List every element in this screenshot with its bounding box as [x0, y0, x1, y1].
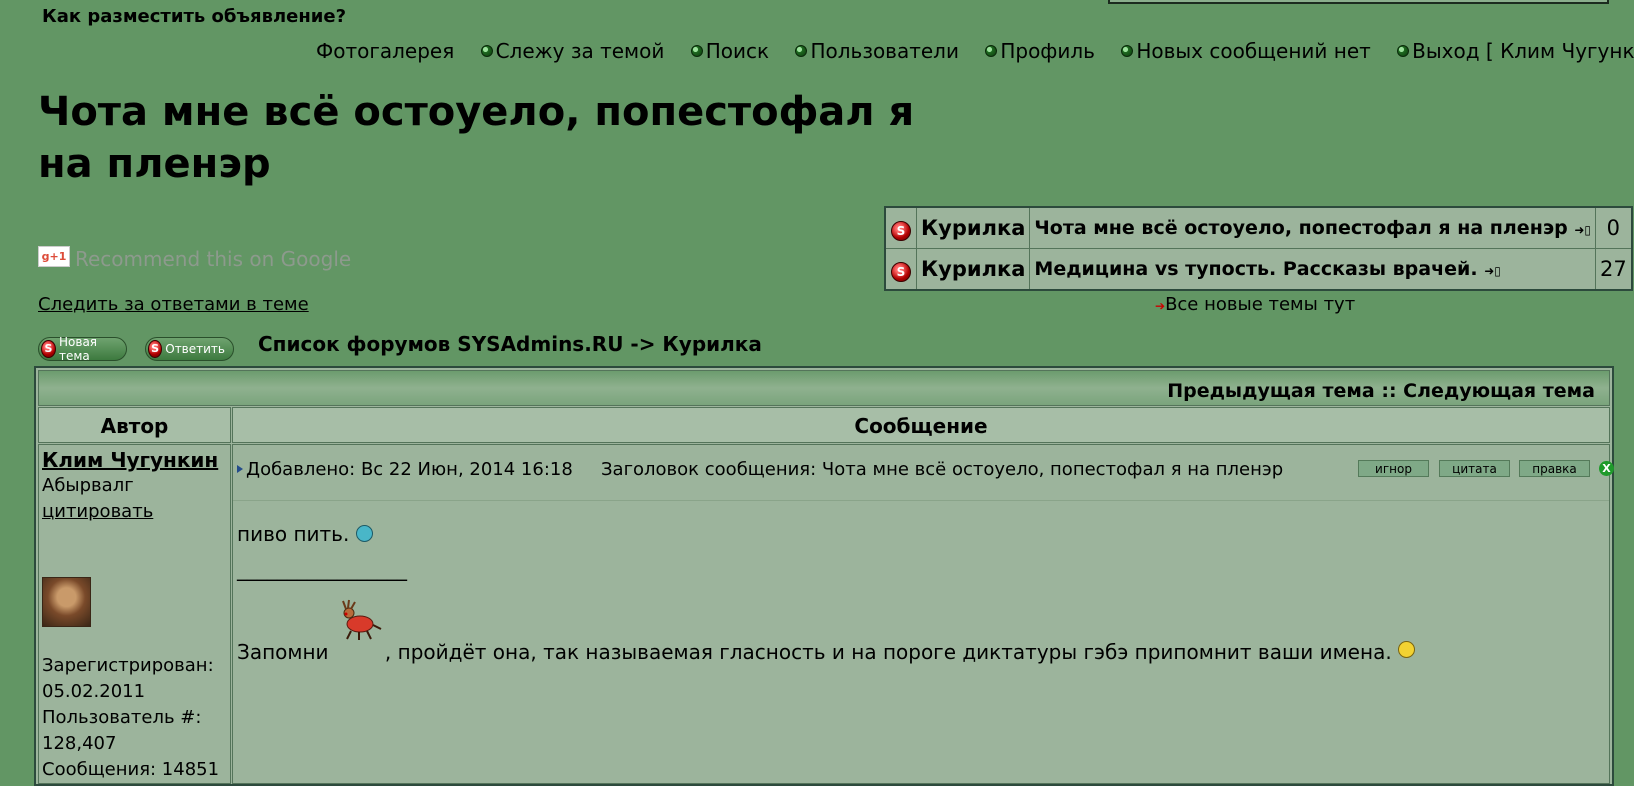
new-topic-count: 27: [1594, 248, 1633, 291]
nav-users[interactable]: Пользователи: [795, 39, 959, 63]
nav-photogallery[interactable]: Фотогалерея: [316, 39, 454, 63]
all-new-topics-link[interactable]: ➔Все новые темы тут: [1155, 294, 1355, 315]
top-search-box[interactable]: [1108, 0, 1609, 4]
nav-new-messages[interactable]: Новых сообщений нет: [1121, 39, 1371, 63]
col-author-header: Автор: [38, 407, 231, 443]
new-topic-title[interactable]: Чота мне всё остоуело, попестофал я на п…: [1029, 206, 1596, 249]
new-topic-button[interactable]: S Новая тема: [38, 335, 127, 363]
new-topic-title[interactable]: Медицина vs тупость. Рассказы врачей. ➜▯: [1029, 248, 1596, 291]
ignore-button[interactable]: игнор: [1358, 460, 1429, 477]
thread-table: Предыдущая тема :: Следующая тема Автор …: [34, 366, 1614, 786]
nav-profile-label: Профиль: [1000, 39, 1095, 63]
green-bullet-icon: [1121, 44, 1134, 57]
all-new-topics-label: Все новые темы тут: [1165, 294, 1356, 315]
nav-watched-topics-label: Слежу за темой: [495, 39, 665, 63]
post-subject: Заголовок сообщения: Чота мне всё остоуе…: [601, 459, 1284, 480]
nav-search[interactable]: Поиск: [690, 39, 770, 63]
nav-logout[interactable]: Выход [ Клим Чугункин ]: [1397, 39, 1634, 63]
signature-text: , пройдёт она, так называемая гласность …: [384, 640, 1392, 664]
new-topic-title-text: Медицина vs тупость. Рассказы врачей.: [1034, 258, 1478, 280]
green-bullet-icon: [690, 44, 703, 57]
nav-watched-topics[interactable]: Слежу за темой: [480, 39, 665, 63]
user-number: 128,407: [42, 733, 117, 754]
new-topic-forum[interactable]: Курилка: [915, 206, 1031, 249]
topic-title-line2: на пленэр: [38, 141, 271, 187]
recommend-text: Recommend this on Google: [75, 247, 352, 271]
reindeer-icon: [337, 597, 383, 643]
author-name[interactable]: Клим Чугункин: [42, 447, 227, 473]
follow-topic-link[interactable]: Следить за ответами в теме: [38, 294, 309, 315]
green-bullet-icon: [480, 44, 493, 57]
new-topic-label: Новая тема: [59, 335, 98, 363]
message-cell: Добавлено: Вс 22 Июн, 2014 16:18 Заголов…: [232, 444, 1614, 784]
col-message-header: Сообщение: [232, 407, 1610, 443]
post-body: пиво пить.: [237, 521, 373, 547]
forum-s-icon: S: [891, 220, 911, 241]
green-bullet-icon: [985, 44, 998, 57]
new-topic-icon-cell: S: [884, 206, 917, 249]
grin-smiley-icon: [355, 525, 373, 542]
red-arrow-icon: ➔: [1155, 299, 1166, 313]
prevnext-bar: Предыдущая тема :: Следующая тема: [38, 370, 1610, 406]
post-body-line: пиво пить.: [237, 522, 350, 546]
signature: Запомни , пройдёт она, так называемая гл…: [237, 589, 1416, 664]
forum-s-icon: S: [891, 261, 911, 282]
nav-logout-label: Выход [ Клим Чугункин ]: [1412, 39, 1634, 63]
author-cell: Клим Чугункин Абырвалг цитировать Зареги…: [38, 444, 231, 784]
signature-prefix: Запомни: [237, 640, 329, 664]
reply-button[interactable]: S Ответить: [145, 337, 234, 361]
new-topic-forum[interactable]: Курилка: [915, 248, 1031, 291]
s-icon: S: [148, 340, 163, 358]
new-topics-table: S Курилка Чота мне всё остоуело, попесто…: [884, 206, 1633, 291]
goto-post-icon[interactable]: ➜▯: [1574, 223, 1591, 237]
posts-count: Сообщения: 14851: [42, 759, 220, 780]
top-nav: Фотогалерея Слежу за темой Поиск Пользов…: [316, 39, 1634, 63]
wow-smiley-icon: [1398, 641, 1416, 658]
new-topic-icon-cell: S: [884, 248, 917, 291]
registered-label: Зарегистрирован:: [42, 655, 214, 676]
green-bullet-icon: [1397, 44, 1410, 57]
nav-users-label: Пользователи: [810, 39, 959, 63]
new-topic-count: 0: [1594, 206, 1633, 249]
s-icon: S: [41, 340, 56, 358]
gplus-button[interactable]: g+1: [38, 246, 70, 267]
quote-author-link[interactable]: цитировать: [42, 499, 227, 525]
goto-post-icon[interactable]: ➜▯: [1484, 264, 1501, 278]
post-link-icon[interactable]: [237, 465, 243, 473]
new-topic-title-text: Чота мне всё остоуело, попестофал я на п…: [1034, 217, 1568, 239]
how-to-post-link[interactable]: Как разместить объявление?: [42, 6, 346, 27]
signature-rule: _________________: [237, 557, 407, 581]
nav-profile[interactable]: Профиль: [985, 39, 1095, 63]
user-number-label: Пользователь #:: [42, 707, 202, 728]
topic-title-line1: Чота мне всё остоуело, попестофал я: [38, 89, 915, 135]
new-topic-row[interactable]: S Курилка Чота мне всё остоуело, попесто…: [884, 206, 1633, 249]
registered-date: 05.02.2011: [42, 681, 146, 702]
delete-post-icon[interactable]: X: [1599, 461, 1614, 476]
edit-button[interactable]: правка: [1519, 460, 1590, 477]
topic-title: Чота мне всё остоуело, попестофал я на п…: [38, 86, 914, 190]
green-bullet-icon: [795, 44, 808, 57]
reply-label: Ответить: [165, 342, 225, 356]
post-header: Добавлено: Вс 22 Июн, 2014 16:18 Заголов…: [233, 445, 1614, 501]
new-topic-row[interactable]: S Курилка Медицина vs тупость. Рассказы …: [884, 248, 1633, 291]
post-added: Добавлено: Вс 22 Июн, 2014 16:18: [237, 459, 573, 480]
quote-button[interactable]: цитата: [1439, 460, 1510, 477]
breadcrumb[interactable]: Список форумов SYSAdmins.RU -> Курилка: [258, 332, 762, 356]
prevnext-links[interactable]: Предыдущая тема :: Следующая тема: [1167, 380, 1595, 402]
post-added-text: Добавлено: Вс 22 Июн, 2014 16:18: [246, 459, 573, 480]
nav-search-label: Поиск: [705, 39, 770, 63]
nav-new-messages-label: Новых сообщений нет: [1136, 39, 1371, 63]
author-rank: Абырвалг: [42, 475, 134, 496]
avatar[interactable]: [42, 577, 91, 627]
